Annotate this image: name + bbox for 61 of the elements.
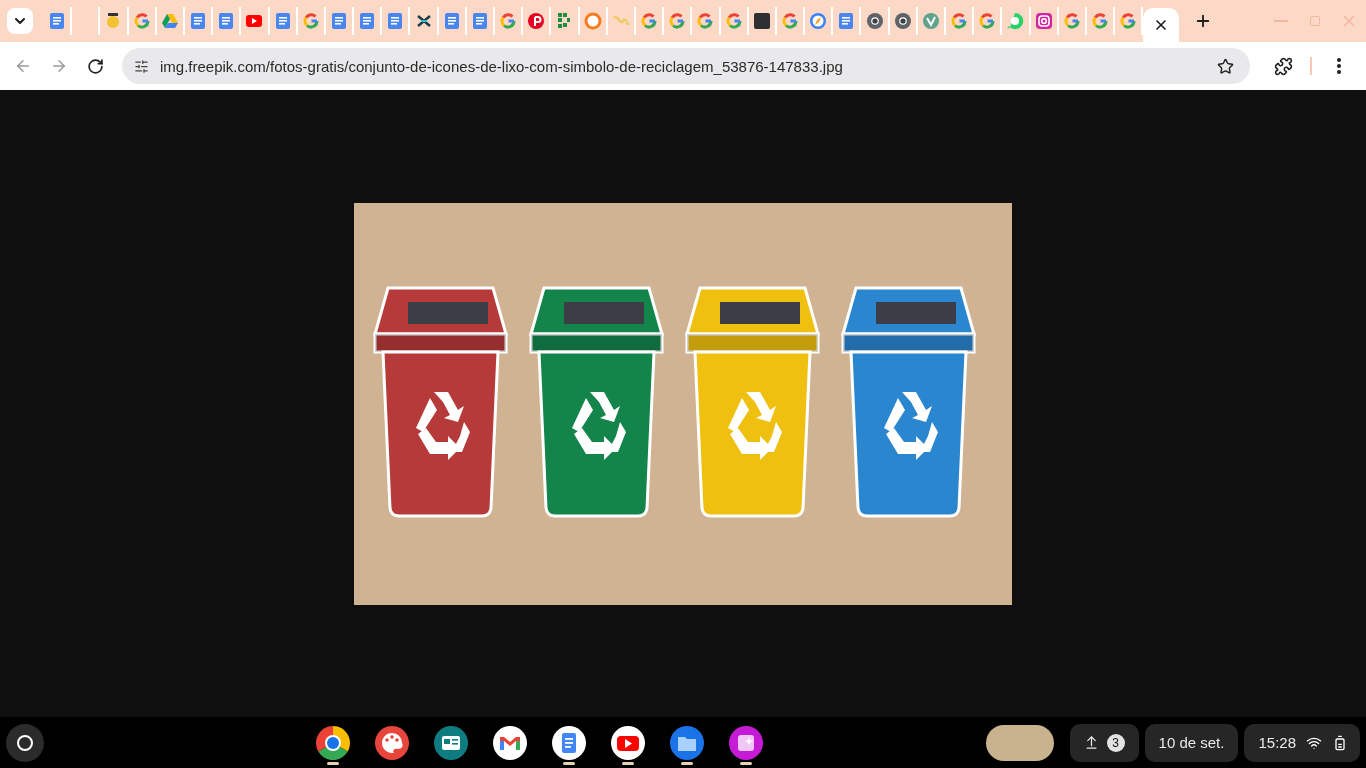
puzzle-icon	[1273, 56, 1293, 76]
multicolor-ring-icon	[780, 12, 799, 30]
triangle-icon	[160, 12, 179, 30]
launcher-button[interactable]	[6, 723, 44, 762]
document-icon	[442, 12, 461, 30]
leaf-icon	[921, 12, 940, 30]
circle-icon	[16, 733, 34, 752]
tab-search-button[interactable]	[7, 8, 33, 34]
multicolor-ring-icon	[1119, 12, 1138, 30]
notification-count: 3	[1106, 733, 1125, 752]
document-icon	[551, 724, 588, 761]
reload-icon	[86, 57, 104, 75]
tricolor-circle-icon	[315, 724, 352, 761]
document-icon	[837, 12, 856, 30]
multicolor-ring-icon	[640, 12, 659, 30]
folder-icon	[669, 724, 706, 761]
chat-bubble-icon	[1006, 12, 1025, 30]
multicolor-ring-icon	[1062, 12, 1081, 30]
multicolor-ring-icon	[978, 12, 997, 30]
address-bar[interactable]: img.freepik.com/fotos-gratis/conjunto-de-icones-de-lixo-com-simbolo-de-reciclagem_53876-147833.jpg	[122, 48, 1250, 84]
menu-icon	[1337, 58, 1341, 74]
palette-icon	[374, 724, 411, 761]
compass-icon	[809, 12, 828, 30]
restore-icon	[1309, 15, 1321, 27]
multicolor-ring-icon	[724, 12, 743, 30]
square-icon	[752, 12, 771, 30]
document-icon	[470, 12, 489, 30]
ring-icon	[583, 12, 602, 30]
document-icon	[329, 12, 348, 30]
envelope-icon	[492, 724, 529, 761]
document-icon	[48, 12, 67, 30]
date-button[interactable]: 10 de set.	[1144, 723, 1239, 762]
document-icon	[217, 12, 236, 30]
multicolor-ring-icon	[301, 12, 320, 30]
star-icon	[1216, 57, 1234, 75]
multicolor-ring-icon	[696, 12, 715, 30]
aperture-icon	[865, 12, 884, 30]
play-icon	[610, 724, 647, 761]
document-icon	[386, 12, 405, 30]
play-icon	[245, 12, 264, 30]
multicolor-ring-icon	[950, 12, 969, 30]
status-area[interactable]: 15:28	[1244, 723, 1360, 762]
sparkle-icon	[728, 724, 765, 761]
document-icon	[273, 12, 292, 30]
minimize-icon	[1274, 20, 1288, 22]
multicolor-ring-icon	[132, 12, 151, 30]
multicolor-ring-icon	[499, 12, 518, 30]
clock-text: 15:28	[1258, 734, 1296, 751]
aperture-icon	[893, 12, 912, 30]
camera-icon	[1034, 12, 1053, 30]
document-icon	[189, 12, 208, 30]
image-thumbnail[interactable]	[985, 724, 1054, 761]
forward-arrow-icon	[50, 57, 68, 75]
multicolor-ring-icon	[1091, 12, 1110, 30]
newspaper-icon	[433, 724, 470, 761]
url-text: img.freepik.com/fotos-gratis/conjunto-de-icones-de-lixo-com-simbolo-de-reciclagem_53876-147833.jpg	[160, 57, 844, 75]
notification-button[interactable]: 3	[1069, 723, 1139, 762]
battery-icon	[1332, 734, 1348, 751]
pin-icon	[527, 12, 546, 30]
multicolor-ring-icon	[668, 12, 687, 30]
document-icon	[358, 12, 377, 30]
